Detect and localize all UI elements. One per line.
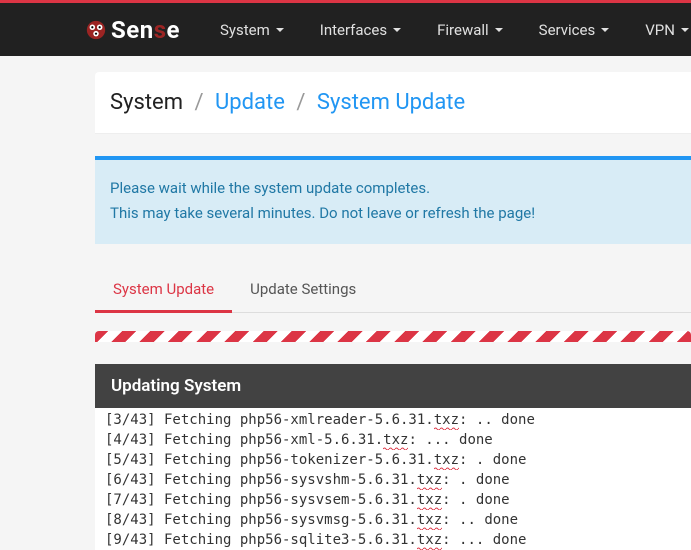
navbar: Sense System Interfaces Firewall Service… — [0, 3, 691, 56]
nav-label: Services — [539, 21, 596, 39]
breadcrumb-root: System — [110, 90, 183, 115]
chevron-down-icon — [393, 28, 401, 32]
brand-icon — [85, 19, 107, 41]
chevron-down-icon — [601, 28, 609, 32]
nav-item-system[interactable]: System — [202, 3, 302, 56]
nav-label: VPN — [645, 21, 675, 39]
terminal-output: [3/43] Fetching php56-xmlreader-5.6.31.t… — [95, 408, 691, 550]
chevron-down-icon — [495, 28, 503, 32]
brand-text: Sense — [111, 16, 180, 44]
tabs: System Update Update Settings — [95, 268, 691, 313]
nav-label: Interfaces — [320, 21, 387, 39]
brand-logo[interactable]: Sense — [85, 16, 180, 44]
terminal-line: [6/43] Fetching php56-sysvshm-5.6.31.txz… — [105, 470, 691, 490]
alert-line: This may take several minutes. Do not le… — [110, 201, 676, 226]
nav-item-vpn[interactable]: VPN — [627, 3, 691, 56]
nav-label: System — [220, 21, 270, 39]
progress-stripe — [95, 331, 691, 342]
chevron-down-icon — [681, 28, 689, 32]
tab-update-settings[interactable]: Update Settings — [232, 268, 374, 312]
alert-info: Please wait while the system update comp… — [95, 160, 691, 244]
terminal-line: [3/43] Fetching php56-xmlreader-5.6.31.t… — [105, 410, 691, 430]
panel-title: Updating System — [95, 364, 691, 408]
content: System / Update / System Update Please w… — [0, 72, 691, 550]
terminal-line: [7/43] Fetching php56-sysvsem-5.6.31.txz… — [105, 490, 691, 510]
tab-system-update[interactable]: System Update — [95, 268, 232, 313]
nav-item-services[interactable]: Services — [521, 3, 628, 56]
breadcrumb-separator: / — [290, 90, 311, 115]
breadcrumb-separator: / — [188, 90, 209, 115]
nav-item-interfaces[interactable]: Interfaces — [302, 3, 419, 56]
nav-items: System Interfaces Firewall Services VPN — [202, 3, 691, 56]
breadcrumb-link-system-update[interactable]: System Update — [317, 90, 465, 115]
breadcrumb: System / Update / System Update — [95, 72, 691, 134]
terminal-line: [4/43] Fetching php56-xml-5.6.31.txz: ..… — [105, 430, 691, 450]
breadcrumb-link-update[interactable]: Update — [215, 90, 285, 115]
alert-line: Please wait while the system update comp… — [110, 176, 676, 201]
terminal-line: [9/43] Fetching php56-sqlite3-5.6.31.txz… — [105, 530, 691, 550]
terminal-line: [8/43] Fetching php56-sysvmsg-5.6.31.txz… — [105, 510, 691, 530]
terminal-line: [5/43] Fetching php56-tokenizer-5.6.31.t… — [105, 450, 691, 470]
nav-label: Firewall — [437, 21, 489, 39]
nav-item-firewall[interactable]: Firewall — [419, 3, 521, 56]
chevron-down-icon — [276, 28, 284, 32]
